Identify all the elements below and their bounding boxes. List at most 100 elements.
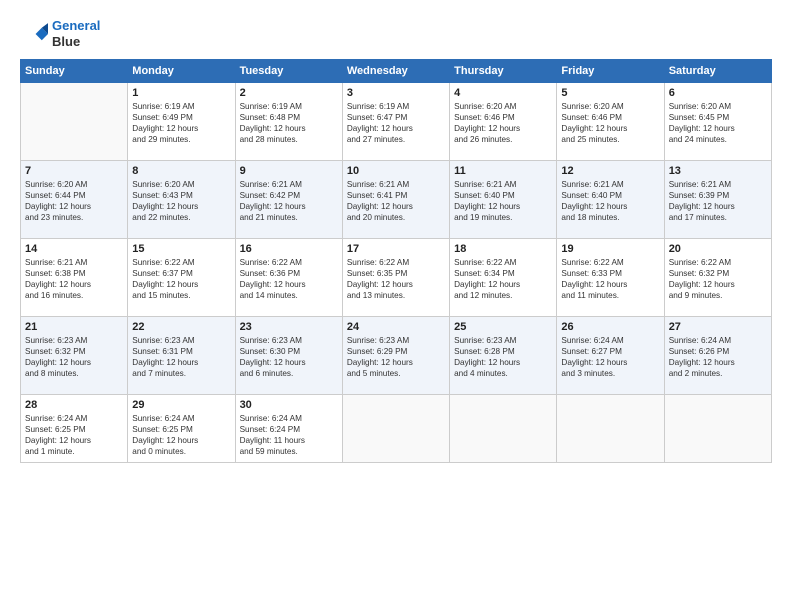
- calendar-cell: 20Sunrise: 6:22 AM Sunset: 6:32 PM Dayli…: [664, 239, 771, 317]
- cell-info: Sunrise: 6:21 AM Sunset: 6:42 PM Dayligh…: [240, 179, 338, 223]
- cell-info: Sunrise: 6:24 AM Sunset: 6:26 PM Dayligh…: [669, 335, 767, 379]
- calendar-cell: 14 Sunrise: 6:21 AM Sunset: 6:38 PM Dayli…: [21, 239, 128, 317]
- week-row-1: 1 Sunrise: 6:19 AM Sunset: 6:49 PM Daylig…: [21, 83, 772, 161]
- cell-info: Sunrise: 6:21 AM Sunset: 6:41 PM Dayligh…: [347, 179, 445, 223]
- day-number: 4: [454, 87, 552, 99]
- calendar-cell: 19 Sunrise: 6:22 AM Sunset: 6:33 PM Dayli…: [557, 239, 664, 317]
- week-row-5: 28 Sunrise: 6:24 AM Sunset: 6:25 PM Dayli…: [21, 395, 772, 463]
- calendar-cell: 6Sunrise: 6:20 AM Sunset: 6:45 PM Daylig…: [664, 83, 771, 161]
- cell-info: Sunrise: 6:22 AM Sunset: 6:33 PM Dayligh…: [561, 257, 659, 301]
- day-number: 14: [25, 243, 123, 255]
- day-number: 15: [132, 243, 230, 255]
- day-number: 1: [132, 87, 230, 99]
- day-number: 18: [454, 243, 552, 255]
- cell-info: Sunrise: 6:23 AM Sunset: 6:29 PM Dayligh…: [347, 335, 445, 379]
- day-number: 24: [347, 321, 445, 333]
- calendar-cell: 28 Sunrise: 6:24 AM Sunset: 6:25 PM Dayli…: [21, 395, 128, 463]
- week-row-2: 7 Sunrise: 6:20 AM Sunset: 6:44 PM Daylig…: [21, 161, 772, 239]
- calendar-cell: 3Sunrise: 6:19 AM Sunset: 6:47 PM Daylig…: [342, 83, 449, 161]
- calendar-cell: [557, 395, 664, 463]
- day-number: 3: [347, 87, 445, 99]
- day-number: 19: [561, 243, 659, 255]
- week-row-4: 21 Sunrise: 6:23 AM Sunset: 6:32 PM Dayli…: [21, 317, 772, 395]
- cell-info: Sunrise: 6:21 AM Sunset: 6:38 PM Dayligh…: [25, 257, 123, 301]
- week-row-3: 14 Sunrise: 6:21 AM Sunset: 6:38 PM Dayli…: [21, 239, 772, 317]
- day-number: 21: [25, 321, 123, 333]
- col-header-saturday: Saturday: [664, 60, 771, 83]
- cell-info: Sunrise: 6:21 AM Sunset: 6:39 PM Dayligh…: [669, 179, 767, 223]
- day-number: 27: [669, 321, 767, 333]
- cell-info: Sunrise: 6:20 AM Sunset: 6:46 PM Dayligh…: [454, 101, 552, 145]
- calendar-cell: [450, 395, 557, 463]
- day-number: 6: [669, 87, 767, 99]
- calendar-cell: 27 Sunrise: 6:24 AM Sunset: 6:26 PM Dayli…: [664, 317, 771, 395]
- calendar-cell: 24 Sunrise: 6:23 AM Sunset: 6:29 PM Dayli…: [342, 317, 449, 395]
- col-header-friday: Friday: [557, 60, 664, 83]
- day-number: 20: [669, 243, 767, 255]
- calendar-cell: 10 Sunrise: 6:21 AM Sunset: 6:41 PM Dayli…: [342, 161, 449, 239]
- cell-info: Sunrise: 6:20 AM Sunset: 6:44 PM Dayligh…: [25, 179, 123, 223]
- cell-info: Sunrise: 6:24 AM Sunset: 6:25 PM Dayligh…: [25, 413, 123, 457]
- col-header-wednesday: Wednesday: [342, 60, 449, 83]
- calendar-cell: 25Sunrise: 6:23 AM Sunset: 6:28 PM Dayli…: [450, 317, 557, 395]
- calendar-cell: 11Sunrise: 6:21 AM Sunset: 6:40 PM Dayli…: [450, 161, 557, 239]
- day-number: 8: [132, 165, 230, 177]
- cell-info: Sunrise: 6:19 AM Sunset: 6:49 PM Dayligh…: [132, 101, 230, 145]
- cell-info: Sunrise: 6:24 AM Sunset: 6:27 PM Dayligh…: [561, 335, 659, 379]
- calendar-cell: 26 Sunrise: 6:24 AM Sunset: 6:27 PM Dayli…: [557, 317, 664, 395]
- cell-info: Sunrise: 6:20 AM Sunset: 6:43 PM Dayligh…: [132, 179, 230, 223]
- cell-info: Sunrise: 6:21 AM Sunset: 6:40 PM Dayligh…: [561, 179, 659, 223]
- calendar-cell: [342, 395, 449, 463]
- day-number: 7: [25, 165, 123, 177]
- calendar-cell: 12 Sunrise: 6:21 AM Sunset: 6:40 PM Dayli…: [557, 161, 664, 239]
- calendar-cell: 21 Sunrise: 6:23 AM Sunset: 6:32 PM Dayli…: [21, 317, 128, 395]
- day-number: 29: [132, 399, 230, 411]
- calendar-cell: 2 Sunrise: 6:19 AM Sunset: 6:48 PM Daylig…: [235, 83, 342, 161]
- calendar-cell: 13 Sunrise: 6:21 AM Sunset: 6:39 PM Dayli…: [664, 161, 771, 239]
- calendar-cell: [664, 395, 771, 463]
- cell-info: Sunrise: 6:22 AM Sunset: 6:34 PM Dayligh…: [454, 257, 552, 301]
- cell-info: Sunrise: 6:23 AM Sunset: 6:32 PM Dayligh…: [25, 335, 123, 379]
- day-number: 9: [240, 165, 338, 177]
- calendar-cell: 18 Sunrise: 6:22 AM Sunset: 6:34 PM Dayli…: [450, 239, 557, 317]
- calendar-cell: 23 Sunrise: 6:23 AM Sunset: 6:30 PM Dayli…: [235, 317, 342, 395]
- header: General Blue: [20, 18, 772, 49]
- day-number: 26: [561, 321, 659, 333]
- cell-info: Sunrise: 6:22 AM Sunset: 6:35 PM Dayligh…: [347, 257, 445, 301]
- day-number: 28: [25, 399, 123, 411]
- day-number: 13: [669, 165, 767, 177]
- calendar-cell: 1 Sunrise: 6:19 AM Sunset: 6:49 PM Daylig…: [128, 83, 235, 161]
- cell-info: Sunrise: 6:19 AM Sunset: 6:48 PM Dayligh…: [240, 101, 338, 145]
- cell-info: Sunrise: 6:24 AM Sunset: 6:25 PM Dayligh…: [132, 413, 230, 457]
- calendar-cell: 4 Sunrise: 6:20 AM Sunset: 6:46 PM Daylig…: [450, 83, 557, 161]
- calendar-cell: 7 Sunrise: 6:20 AM Sunset: 6:44 PM Daylig…: [21, 161, 128, 239]
- calendar-cell: 16Sunrise: 6:22 AM Sunset: 6:36 PM Dayli…: [235, 239, 342, 317]
- day-number: 16: [240, 243, 338, 255]
- cell-info: Sunrise: 6:22 AM Sunset: 6:37 PM Dayligh…: [132, 257, 230, 301]
- cell-info: Sunrise: 6:21 AM Sunset: 6:40 PM Dayligh…: [454, 179, 552, 223]
- calendar-table: SundayMondayTuesdayWednesdayThursdayFrid…: [20, 59, 772, 463]
- calendar-cell: 17Sunrise: 6:22 AM Sunset: 6:35 PM Dayli…: [342, 239, 449, 317]
- calendar-cell: 15 Sunrise: 6:22 AM Sunset: 6:37 PM Dayli…: [128, 239, 235, 317]
- logo-icon: [20, 20, 48, 48]
- day-number: 10: [347, 165, 445, 177]
- day-number: 23: [240, 321, 338, 333]
- cell-info: Sunrise: 6:23 AM Sunset: 6:30 PM Dayligh…: [240, 335, 338, 379]
- calendar-cell: 22 Sunrise: 6:23 AM Sunset: 6:31 PM Dayli…: [128, 317, 235, 395]
- col-header-monday: Monday: [128, 60, 235, 83]
- page: General Blue SundayMondayTuesdayWednesda…: [0, 0, 792, 612]
- col-header-tuesday: Tuesday: [235, 60, 342, 83]
- calendar-cell: [21, 83, 128, 161]
- calendar-cell: 8 Sunrise: 6:20 AM Sunset: 6:43 PM Daylig…: [128, 161, 235, 239]
- header-row: SundayMondayTuesdayWednesdayThursdayFrid…: [21, 60, 772, 83]
- day-number: 2: [240, 87, 338, 99]
- day-number: 12: [561, 165, 659, 177]
- day-number: 22: [132, 321, 230, 333]
- cell-info: Sunrise: 6:20 AM Sunset: 6:46 PM Dayligh…: [561, 101, 659, 145]
- day-number: 25: [454, 321, 552, 333]
- cell-info: Sunrise: 6:23 AM Sunset: 6:31 PM Dayligh…: [132, 335, 230, 379]
- calendar-cell: 29 Sunrise: 6:24 AM Sunset: 6:25 PM Dayli…: [128, 395, 235, 463]
- day-number: 5: [561, 87, 659, 99]
- calendar-cell: 30Sunrise: 6:24 AM Sunset: 6:24 PM Dayli…: [235, 395, 342, 463]
- col-header-thursday: Thursday: [450, 60, 557, 83]
